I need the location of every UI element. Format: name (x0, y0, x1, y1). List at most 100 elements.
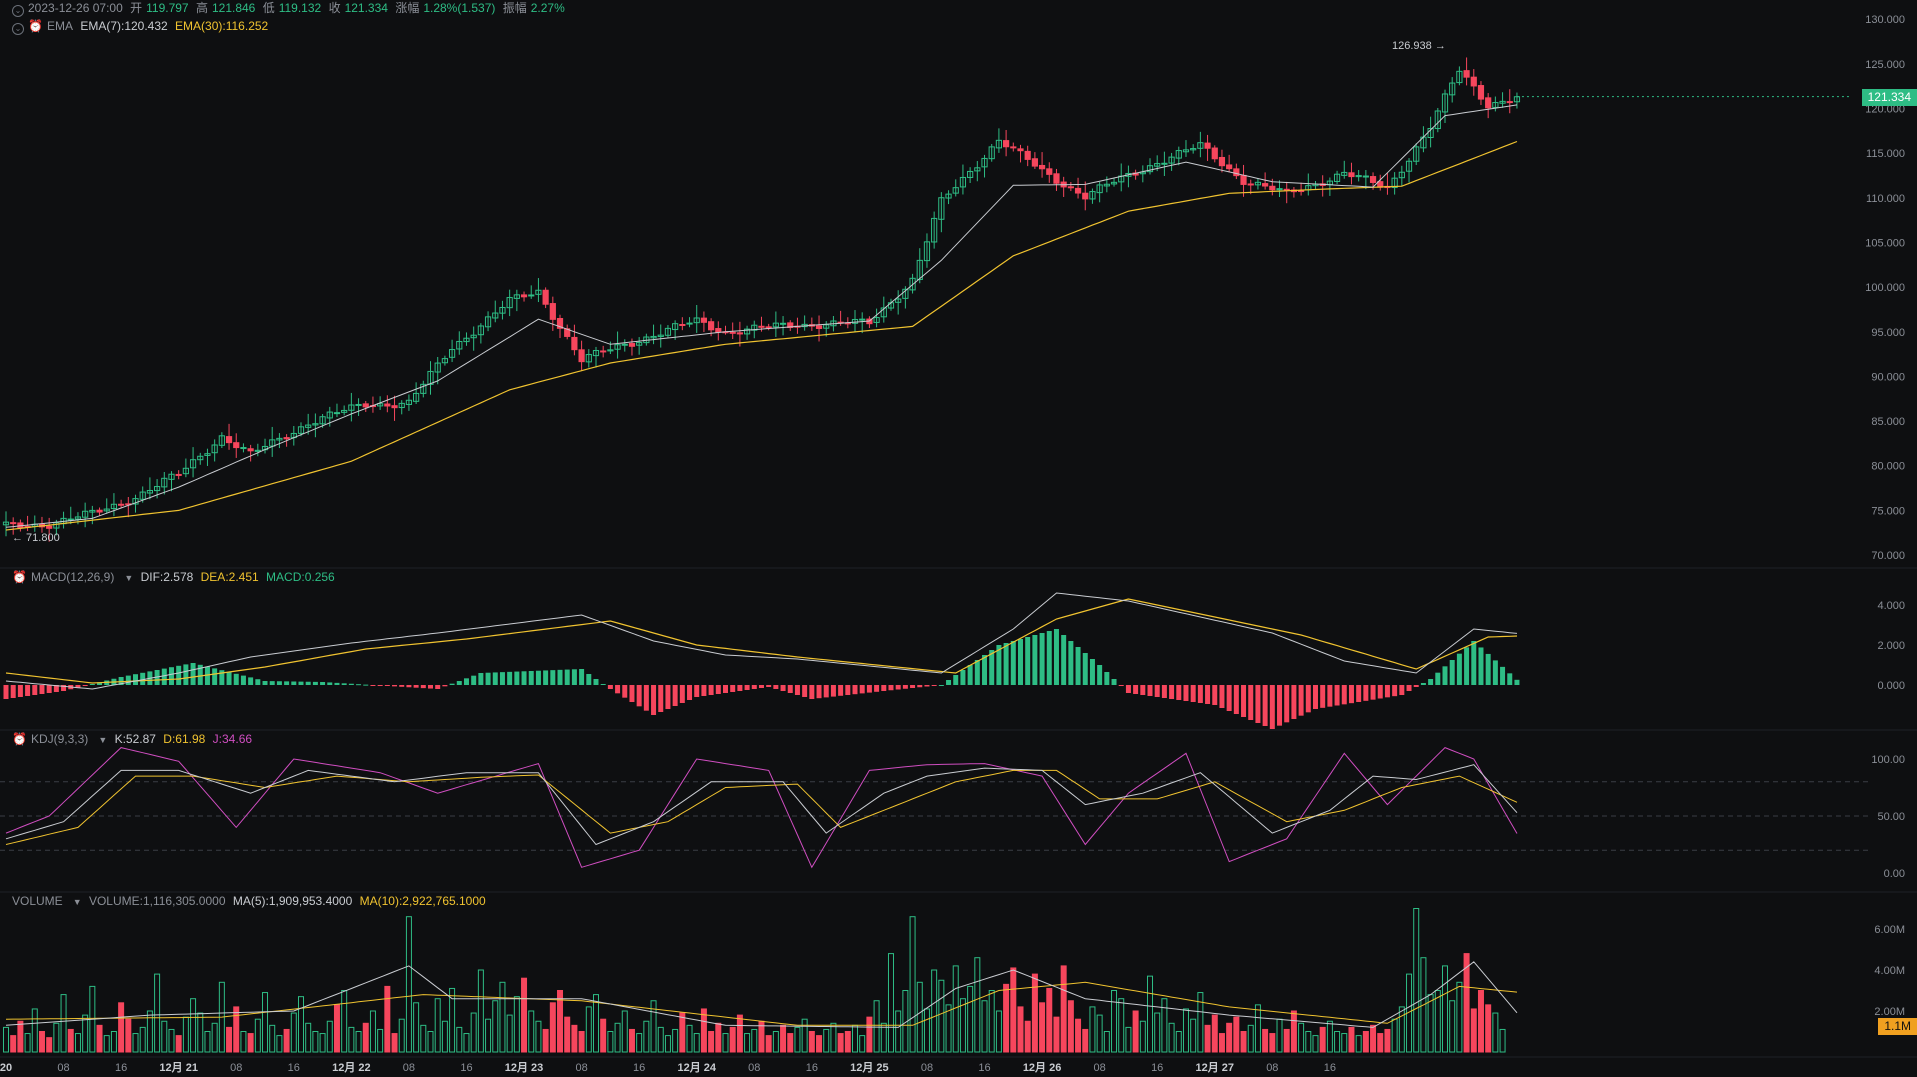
candle-body[interactable] (225, 436, 233, 444)
collapse-icon[interactable]: ⌄ (12, 5, 24, 17)
dropdown-caret-icon[interactable]: ▼ (73, 894, 82, 910)
candle-body[interactable] (779, 322, 787, 325)
volume-name[interactable]: VOLUME (12, 894, 63, 908)
candle-body[interactable] (283, 437, 290, 440)
candle-body[interactable] (1369, 176, 1377, 183)
macd-histogram-bar (428, 685, 434, 689)
candle-body[interactable] (1204, 142, 1211, 149)
macd-histogram-bar (1205, 685, 1211, 704)
candle-body[interactable] (1262, 183, 1269, 187)
candle-body[interactable] (247, 448, 254, 452)
candle-body[interactable] (621, 343, 628, 346)
chart-canvas[interactable]: 130.000125.000120.000115.000110.000105.0… (0, 0, 1917, 1077)
candle-body[interactable] (1362, 175, 1369, 178)
candle-body[interactable] (1226, 164, 1233, 170)
candle-body[interactable] (1161, 162, 1168, 165)
candle-body[interactable] (118, 503, 125, 506)
candle-body[interactable] (1067, 186, 1074, 189)
candle-body[interactable] (542, 289, 549, 305)
ema-name[interactable]: EMA (47, 19, 73, 33)
candle-body[interactable] (240, 447, 247, 450)
dropdown-caret-icon[interactable]: ▼ (124, 570, 133, 586)
candle-body[interactable] (1038, 164, 1046, 170)
candle-body[interactable] (46, 525, 53, 529)
candle-body[interactable] (520, 294, 528, 298)
candle-body[interactable] (10, 522, 17, 525)
candle-body[interactable] (1348, 172, 1355, 178)
candle-body[interactable] (1477, 85, 1485, 100)
candle-body[interactable] (1010, 146, 1017, 149)
candle-body[interactable] (333, 412, 341, 415)
candle-body[interactable] (571, 336, 578, 351)
candle-body[interactable] (1024, 150, 1031, 160)
candle-body[interactable] (1031, 158, 1038, 167)
candle-body[interactable] (355, 403, 362, 406)
macd-histogram-bar (1140, 685, 1146, 695)
macd-histogram-bar (1212, 685, 1218, 705)
candle-body[interactable] (1269, 185, 1276, 191)
macd-histogram-bar (248, 677, 254, 685)
ema7-value: EMA(7):120.432 (80, 19, 168, 33)
alarm-icon[interactable]: ⏰ (28, 19, 43, 33)
candle-body[interactable] (628, 343, 636, 347)
dropdown-caret-icon[interactable]: ▼ (98, 732, 107, 748)
candle-body[interactable] (1463, 70, 1470, 78)
candle-body[interactable] (736, 332, 743, 335)
alarm-icon[interactable]: ⏰ (12, 570, 27, 584)
price-axis-tick: 90.000 (1871, 371, 1905, 383)
candle-body[interactable] (1003, 140, 1010, 148)
candle-body[interactable] (549, 303, 556, 320)
macd-histogram-bar (348, 683, 354, 685)
candle-body[interactable] (765, 326, 772, 329)
volume-bar (82, 1014, 89, 1053)
macd-histogram-bar (737, 685, 743, 691)
volume-bar (1290, 1010, 1297, 1053)
candle-body[interactable] (96, 509, 103, 513)
candle-body[interactable] (1485, 97, 1492, 109)
volume-bar (341, 990, 348, 1053)
volume-bar (1233, 1016, 1240, 1053)
candle-body[interactable] (1233, 168, 1240, 177)
macd-histogram-bar (550, 670, 556, 685)
candle-body[interactable] (708, 321, 715, 331)
candle-body[interactable] (362, 403, 369, 408)
alarm-icon[interactable]: ⏰ (12, 732, 27, 746)
candle-body[interactable] (233, 442, 240, 449)
candle-body[interactable] (175, 473, 182, 476)
candle-body[interactable] (1218, 156, 1226, 167)
candle-body[interactable] (1506, 101, 1513, 104)
macd-histogram-bar (917, 685, 923, 688)
candle-body[interactable] (384, 403, 391, 407)
candle-body[interactable] (1053, 173, 1060, 184)
candle-body[interactable] (1470, 76, 1477, 87)
candle-body[interactable] (679, 323, 686, 326)
macd-histogram-bar (384, 685, 390, 686)
candle-body[interactable] (815, 325, 823, 329)
macd-name[interactable]: MACD(12,26,9) (31, 570, 114, 584)
volume-bar (46, 1037, 53, 1053)
candle-body[interactable] (729, 331, 736, 334)
candle-body[interactable] (1211, 147, 1218, 160)
macd-histogram-bar (1399, 685, 1405, 695)
collapse-icon[interactable]: ⌄ (12, 23, 24, 35)
volume-bar (118, 1002, 125, 1053)
candle-body[interactable] (715, 328, 722, 333)
candle-body[interactable] (528, 294, 535, 297)
candle-body[interactable] (1247, 183, 1254, 186)
candle-body[interactable] (1074, 187, 1082, 194)
candle-body[interactable] (1240, 174, 1247, 185)
candle-body[interactable] (1046, 168, 1053, 175)
candle-body[interactable] (1082, 192, 1089, 200)
candle-body[interactable] (700, 317, 708, 323)
candle-body[interactable] (758, 325, 765, 328)
kdj-name[interactable]: KDJ(9,3,3) (31, 732, 88, 746)
price-axis-tick: 85.000 (1871, 416, 1905, 428)
candle-body[interactable] (391, 405, 398, 409)
macd-histogram-bar (1032, 635, 1038, 685)
candle-body[interactable] (578, 349, 585, 363)
volume-bar (24, 1033, 31, 1053)
candle-body[interactable] (67, 518, 74, 521)
candle-body[interactable] (859, 318, 866, 321)
candle-body[interactable] (600, 350, 607, 353)
candle-body[interactable] (1017, 148, 1024, 152)
